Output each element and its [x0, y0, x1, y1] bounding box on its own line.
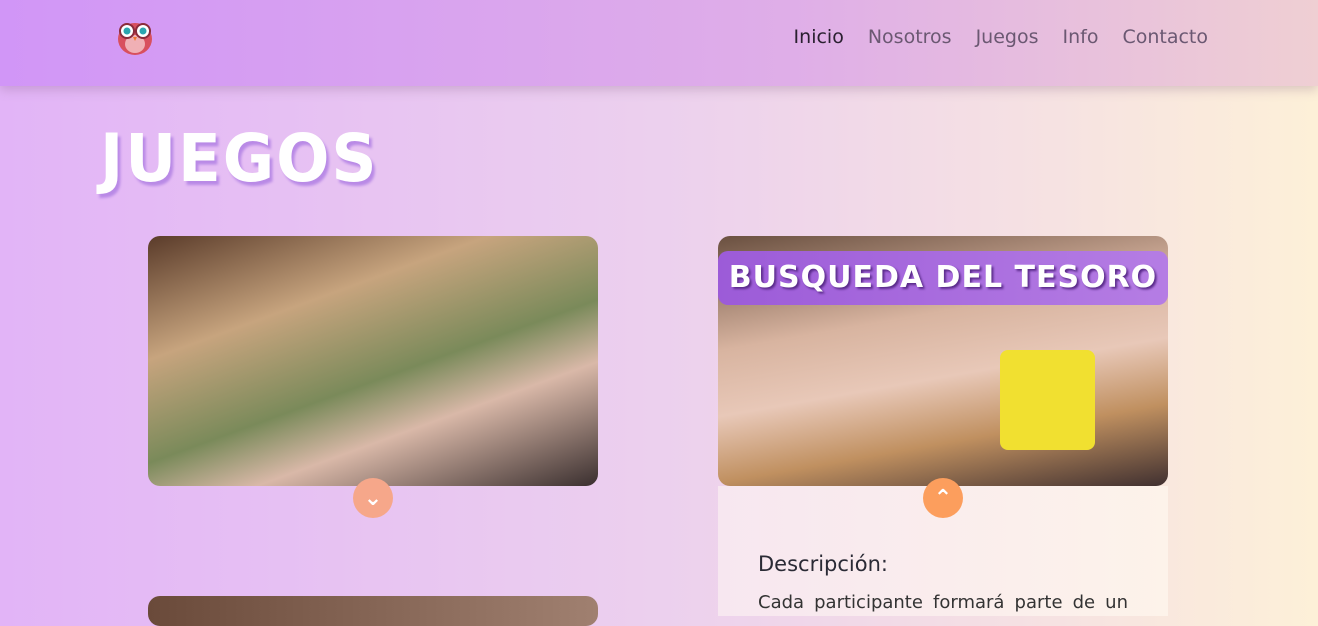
- description-heading: Descripción:: [758, 552, 888, 576]
- nav-menu: Inicio Nosotros Juegos Info Contacto: [794, 26, 1208, 48]
- chevron-down-icon[interactable]: ⌄: [353, 478, 393, 518]
- nav-info[interactable]: Info: [1062, 26, 1098, 48]
- game-title: BUSQUEDA DEL TESORO: [718, 251, 1168, 305]
- nav-nosotros[interactable]: Nosotros: [868, 26, 952, 48]
- description-text: Cada participante formará parte de un: [758, 592, 1128, 613]
- page-title: JUEGOS: [100, 120, 379, 197]
- nav-contacto[interactable]: Contacto: [1122, 26, 1208, 48]
- chevron-up-icon[interactable]: ⌃: [923, 478, 963, 518]
- nav-juegos[interactable]: Juegos: [976, 26, 1039, 48]
- owl-logo[interactable]: [112, 14, 158, 58]
- photo-detail: [1000, 350, 1095, 450]
- game-card-image[interactable]: [148, 596, 598, 626]
- nav-inicio[interactable]: Inicio: [794, 26, 844, 48]
- game-card-image[interactable]: [148, 236, 598, 486]
- navbar: Inicio Nosotros Juegos Info Contacto: [0, 0, 1318, 86]
